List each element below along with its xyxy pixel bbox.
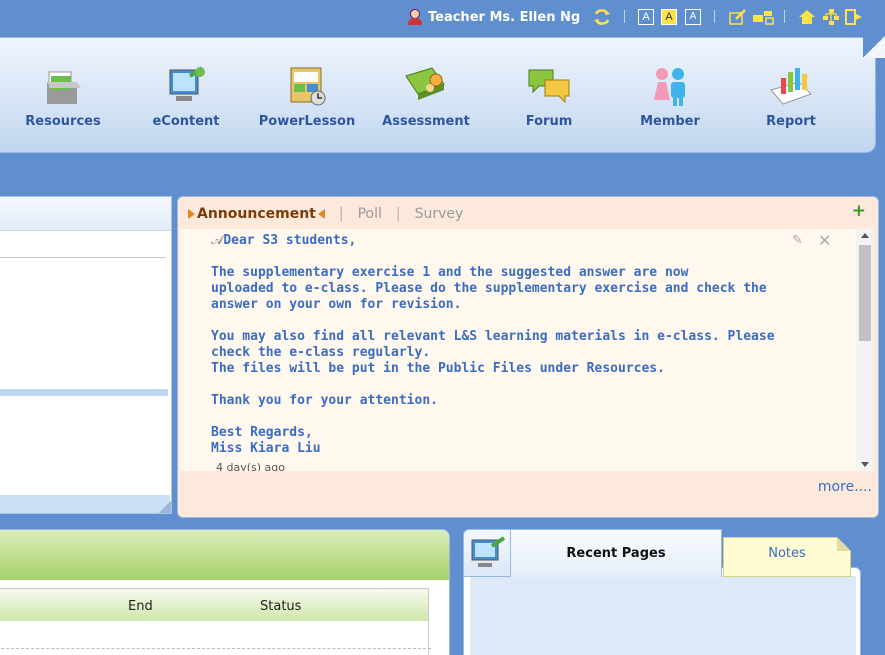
attachment-icon[interactable]: 𝒜 xyxy=(211,233,223,248)
logout-icon[interactable] xyxy=(845,8,863,26)
switch-icon[interactable] xyxy=(592,8,612,26)
recent-pages-body xyxy=(463,567,861,655)
recent-pages-list xyxy=(470,576,856,655)
module-econtent[interactable]: eContent xyxy=(131,64,241,129)
separator xyxy=(714,10,715,23)
tab-poll[interactable]: Poll xyxy=(358,206,382,222)
announcement-time: 4 day(s) ago xyxy=(216,461,285,471)
user-name: Teacher Ms. Ellen Ng xyxy=(428,9,581,25)
font-medium-button[interactable]: A xyxy=(661,8,677,26)
font-small-button[interactable]: A xyxy=(685,8,701,26)
announcement-greeting: 𝒜Dear S3 students, xyxy=(211,233,357,248)
module-label: Report xyxy=(766,114,816,129)
column-end[interactable]: End xyxy=(128,599,153,614)
corner-fold-icon xyxy=(159,501,171,513)
assessment-icon xyxy=(404,64,448,108)
module-member[interactable]: Member xyxy=(615,64,725,129)
tab-announcement[interactable]: Announcement xyxy=(188,206,325,222)
module-label: PowerLesson xyxy=(258,114,356,129)
edit-icon[interactable] xyxy=(728,8,748,26)
separator xyxy=(624,10,625,23)
module-report[interactable]: Report xyxy=(736,64,846,129)
tab-recent-pages[interactable]: Recent Pages xyxy=(510,529,722,577)
more-link[interactable]: more.... xyxy=(818,479,872,495)
module-label: Member xyxy=(640,114,700,129)
user-info[interactable]: Teacher Ms. Ellen Ng xyxy=(406,7,580,27)
tools-icon[interactable] xyxy=(752,8,774,26)
sitemap-icon[interactable] xyxy=(822,8,840,26)
edit-announcement-icon[interactable]: ✎ xyxy=(792,233,803,248)
notes-fold-icon xyxy=(837,537,851,551)
tab-separator: | xyxy=(338,206,344,222)
tab-notes[interactable]: Notes xyxy=(723,537,851,577)
close-icon[interactable]: ✕ xyxy=(818,231,831,250)
separator xyxy=(784,10,785,23)
scroll-up-icon[interactable] xyxy=(861,233,869,238)
announcement-panel: Announcement | Poll | Survey + 𝒜Dear S3 … xyxy=(177,196,879,518)
font-large-button[interactable]: A xyxy=(638,8,654,26)
recent-pages-tab-icon[interactable] xyxy=(463,529,511,577)
font-large-icon: A xyxy=(638,9,654,25)
module-label: Forum xyxy=(525,114,573,129)
divider xyxy=(0,257,166,258)
announcement-body: 𝒜Dear S3 students, The supplementary exe… xyxy=(211,233,791,471)
column-status[interactable]: Status xyxy=(260,599,301,614)
user-icon xyxy=(406,9,424,25)
divider xyxy=(0,648,431,649)
tab-survey[interactable]: Survey xyxy=(415,206,464,222)
module-label: Assessment xyxy=(382,114,470,129)
add-announcement-button[interactable]: + xyxy=(852,201,866,221)
arrow-left-icon xyxy=(317,209,325,219)
announcement-content: 𝒜Dear S3 students, The supplementary exe… xyxy=(180,229,874,471)
report-icon xyxy=(769,64,813,108)
divider-band xyxy=(0,389,168,396)
powerlesson-icon xyxy=(285,64,329,108)
resources-icon xyxy=(41,64,85,108)
forum-icon xyxy=(527,64,571,108)
module-resources[interactable]: Resources xyxy=(8,64,118,129)
schedule-table: End Status xyxy=(0,588,429,655)
font-small-icon: A xyxy=(685,9,701,25)
scrollbar[interactable] xyxy=(856,229,874,471)
schedule-panel: End Status xyxy=(0,529,450,655)
tab-separator: | xyxy=(395,206,401,222)
home-icon[interactable] xyxy=(798,8,816,26)
module-assessment[interactable]: Assessment xyxy=(371,64,481,129)
announcement-tabs: Announcement | Poll | Survey xyxy=(188,203,463,225)
font-medium-icon: A xyxy=(661,9,677,25)
module-forum[interactable]: Forum xyxy=(494,64,604,129)
left-panel xyxy=(0,196,172,514)
top-toolbar: Teacher Ms. Ellen Ng A A A xyxy=(0,0,885,34)
module-label: eContent xyxy=(152,114,220,129)
module-panel: Resources eContent PowerLesson Assessmen… xyxy=(0,36,885,153)
scroll-down-icon[interactable] xyxy=(861,462,869,467)
announcement-paragraph: Thank you for your attention. xyxy=(211,393,438,408)
econtent-icon xyxy=(164,64,208,108)
left-panel-footer xyxy=(0,495,170,513)
module-powerlesson[interactable]: PowerLesson xyxy=(252,64,362,129)
member-icon xyxy=(648,64,692,108)
table-header: End Status xyxy=(0,589,428,621)
left-panel-header xyxy=(0,197,171,231)
announcement-signature: Best Regards, Miss Kiara Liu xyxy=(211,425,321,456)
schedule-header xyxy=(0,530,449,580)
arrow-right-icon xyxy=(188,209,195,219)
panel-fold-icon[interactable] xyxy=(863,36,885,58)
scroll-thumb[interactable] xyxy=(859,245,871,341)
recent-pages-panel: Recent Pages Notes xyxy=(463,529,861,655)
module-label: Resources xyxy=(25,114,101,129)
announcement-paragraph: The supplementary exercise 1 and the sug… xyxy=(211,265,767,312)
announcement-paragraph: You may also find all relevant L&S learn… xyxy=(211,329,775,376)
